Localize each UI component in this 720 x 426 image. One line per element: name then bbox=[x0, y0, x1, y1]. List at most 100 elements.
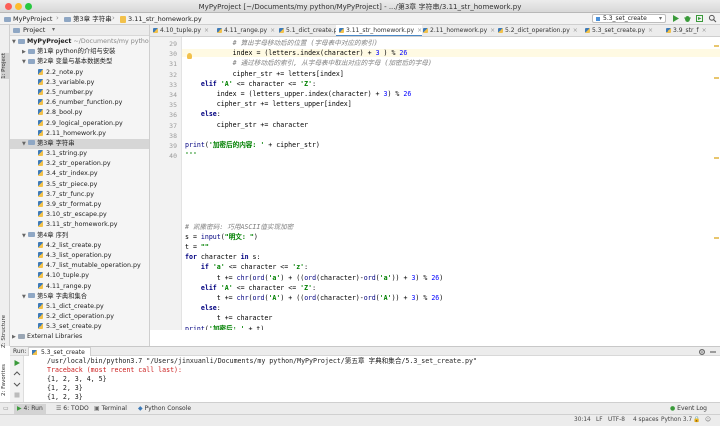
line-number: 33 bbox=[169, 80, 177, 89]
close-icon[interactable]: × bbox=[270, 27, 275, 34]
tree-file[interactable]: 3.4_str_index.py bbox=[10, 169, 149, 179]
editor-tab[interactable]: 3.9_str_f × bbox=[663, 25, 707, 36]
tree-file[interactable]: 3.10_str_escape.py bbox=[10, 210, 149, 220]
intention-bulb-icon[interactable] bbox=[187, 53, 192, 59]
tree-item-label: 3.2_str_operation.py bbox=[46, 160, 111, 168]
arrow-up-icon[interactable] bbox=[13, 370, 21, 378]
tree-file[interactable]: 2.6_number_function.py bbox=[10, 98, 149, 108]
python-file-icon bbox=[38, 78, 43, 85]
editor-error-stripe[interactable] bbox=[713, 37, 720, 330]
event-log-tool-button[interactable]: ● Event Log bbox=[670, 404, 707, 414]
tree-file[interactable]: 2.5_number.py bbox=[10, 88, 149, 98]
python-file-icon bbox=[38, 211, 43, 218]
breadcrumb-project[interactable]: MyPyProject bbox=[4, 14, 52, 24]
close-icon[interactable]: × bbox=[648, 27, 653, 34]
python-file-icon bbox=[38, 241, 43, 248]
python-interpreter[interactable]: Python 3.7 bbox=[661, 417, 692, 423]
tree-file[interactable]: 4.3_list_operation.py bbox=[10, 251, 149, 261]
tree-file[interactable]: 4.7_list_mutable_operation.py bbox=[10, 261, 149, 271]
tree-file[interactable]: 4.2_list_create.py bbox=[10, 241, 149, 251]
tree-file[interactable]: 2.3_variable.py bbox=[10, 78, 149, 88]
tree-file[interactable]: 3.7_str_func.py bbox=[10, 190, 149, 200]
error-stripe-mark[interactable] bbox=[714, 237, 719, 239]
indent-setting[interactable]: 4 spaces bbox=[633, 417, 659, 423]
project-view-select[interactable]: Project bbox=[23, 26, 45, 34]
tree-external-libraries[interactable]: ▶ External Libraries bbox=[10, 332, 149, 342]
tree-folder[interactable]: ▶ 第1章 python的介绍与安装 bbox=[10, 47, 149, 57]
tree-file[interactable]: 3.9_str_format.py bbox=[10, 200, 149, 210]
inspector-icon[interactable]: ☺ bbox=[705, 417, 711, 423]
tree-folder[interactable]: ▼ 第5章 字典和集合 bbox=[10, 292, 149, 302]
tree-file[interactable]: 2.2_note.py bbox=[10, 68, 149, 78]
tree-item-label: 5.3_set_create.py bbox=[46, 323, 102, 331]
error-stripe-mark[interactable] bbox=[714, 157, 719, 159]
tree-folder[interactable]: ▼ 第4章 序列 bbox=[10, 231, 149, 241]
python-file-icon bbox=[38, 150, 43, 157]
breadcrumb-separator: › bbox=[112, 14, 115, 22]
rerun-icon[interactable] bbox=[13, 359, 21, 367]
todo-tool-button[interactable]: ☰ 6: TODO bbox=[56, 404, 89, 414]
breadcrumb-chapter[interactable]: 第3章 字符串 bbox=[64, 14, 112, 24]
close-icon[interactable]: × bbox=[702, 27, 707, 34]
python-file-icon bbox=[38, 119, 43, 126]
tree-folder[interactable]: ▼ 第2章 变量与基本数据类型 bbox=[10, 57, 149, 67]
arrow-down-icon[interactable] bbox=[13, 380, 21, 388]
debug-icon[interactable] bbox=[683, 14, 692, 23]
terminal-tool-button[interactable]: ▣ Terminal bbox=[94, 404, 127, 414]
tree-file[interactable]: 5.2_dict_operation.py bbox=[10, 312, 149, 322]
run-icon[interactable] bbox=[671, 14, 680, 23]
python-file-icon bbox=[38, 160, 43, 167]
run-tab[interactable]: 5.3_set_create bbox=[28, 347, 91, 356]
line-number: 39 bbox=[169, 142, 177, 150]
tree-item-label: 2.5_number.py bbox=[46, 88, 93, 96]
editor-tab[interactable]: 4.11_range.py × bbox=[214, 25, 275, 36]
tree-file[interactable]: 2.9_logical_operation.py bbox=[10, 119, 149, 129]
chevron-down-icon[interactable]: ▾ bbox=[52, 26, 55, 33]
tree-folder[interactable]: ▼ 第3章 字符串 bbox=[10, 138, 149, 150]
tree-file[interactable]: 4.11_range.py bbox=[10, 282, 149, 292]
line-separator[interactable]: LF bbox=[596, 417, 603, 423]
editor-tab[interactable]: 4.10_tuple.py × bbox=[150, 25, 209, 36]
code-line: # 凯撒密码: 巧用ASCII值实现加密 bbox=[185, 222, 294, 231]
gear-icon[interactable] bbox=[698, 348, 706, 356]
run-tool-button[interactable]: ▶ 4: Run bbox=[14, 404, 46, 414]
editor-tab[interactable]: 3.11_str_homework.py × bbox=[336, 25, 423, 36]
project-tool-tab[interactable]: 1: Project bbox=[1, 53, 9, 79]
line-number: 30 bbox=[169, 50, 177, 59]
search-icon[interactable] bbox=[708, 14, 717, 23]
close-icon[interactable]: × bbox=[573, 27, 578, 34]
error-stripe-mark[interactable] bbox=[714, 45, 719, 47]
lock-icon[interactable]: 🔒 bbox=[693, 417, 700, 423]
tree-file[interactable]: 5.3_set_create.py bbox=[10, 322, 149, 332]
coverage-icon[interactable] bbox=[695, 14, 704, 23]
code-editor[interactable]: # 算出字母移动后的位置 (字母表中对应的索引) index = (letter… bbox=[182, 37, 720, 330]
file-encoding[interactable]: UTF-8 bbox=[608, 417, 625, 423]
breadcrumb-file[interactable]: 3.11_str_homework.py bbox=[120, 14, 202, 24]
editor-tab[interactable]: 5.3_set_create.py × bbox=[582, 25, 653, 36]
error-stripe-mark[interactable] bbox=[714, 77, 719, 79]
tree-file[interactable]: 5.1_dict_create.py bbox=[10, 302, 149, 312]
structure-tool-tab[interactable]: Z: Structure bbox=[1, 315, 9, 348]
close-icon[interactable]: × bbox=[204, 27, 209, 34]
editor-tab[interactable]: 2.11_homework.py × bbox=[420, 25, 495, 36]
python-console-tool-button[interactable]: ◆ Python Console bbox=[138, 404, 191, 414]
tree-file[interactable]: 3.1_string.py bbox=[10, 149, 149, 159]
run-configuration-select[interactable]: 5.3_set_create ▾ bbox=[592, 14, 666, 23]
caret-position[interactable]: 30:14 bbox=[574, 417, 591, 423]
run-console-output[interactable]: /usr/local/bin/python3.7 "/Users/jinxuan… bbox=[24, 356, 720, 402]
stop-icon[interactable] bbox=[13, 391, 21, 399]
tree-file[interactable]: 4.10_tuple.py bbox=[10, 271, 149, 281]
tree-item-label: 第5章 字典和集合 bbox=[37, 292, 88, 300]
tree-file[interactable]: 3.2_str_operation.py bbox=[10, 159, 149, 169]
tree-file[interactable]: 3.5_str_piece.py bbox=[10, 180, 149, 190]
tree-root[interactable]: ▼ MyPyProject ~/Documents/my pytho bbox=[10, 37, 149, 47]
editor-tab[interactable]: 5.2_dict_operation.py × bbox=[495, 25, 578, 36]
tree-file[interactable]: 2.8_bool.py bbox=[10, 108, 149, 118]
favorites-tool-tab[interactable]: 2: Favorites bbox=[1, 356, 9, 396]
tree-file[interactable]: 3.11_str_homework.py bbox=[10, 220, 149, 230]
console-line: /usr/local/bin/python3.7 "/Users/jinxuan… bbox=[47, 357, 477, 365]
hide-panel-icon[interactable] bbox=[709, 348, 717, 356]
tree-file[interactable]: 2.11_homework.py bbox=[10, 129, 149, 139]
tool-window-toggle-icon[interactable]: ▭ bbox=[3, 404, 9, 414]
python-file-icon bbox=[38, 170, 43, 177]
